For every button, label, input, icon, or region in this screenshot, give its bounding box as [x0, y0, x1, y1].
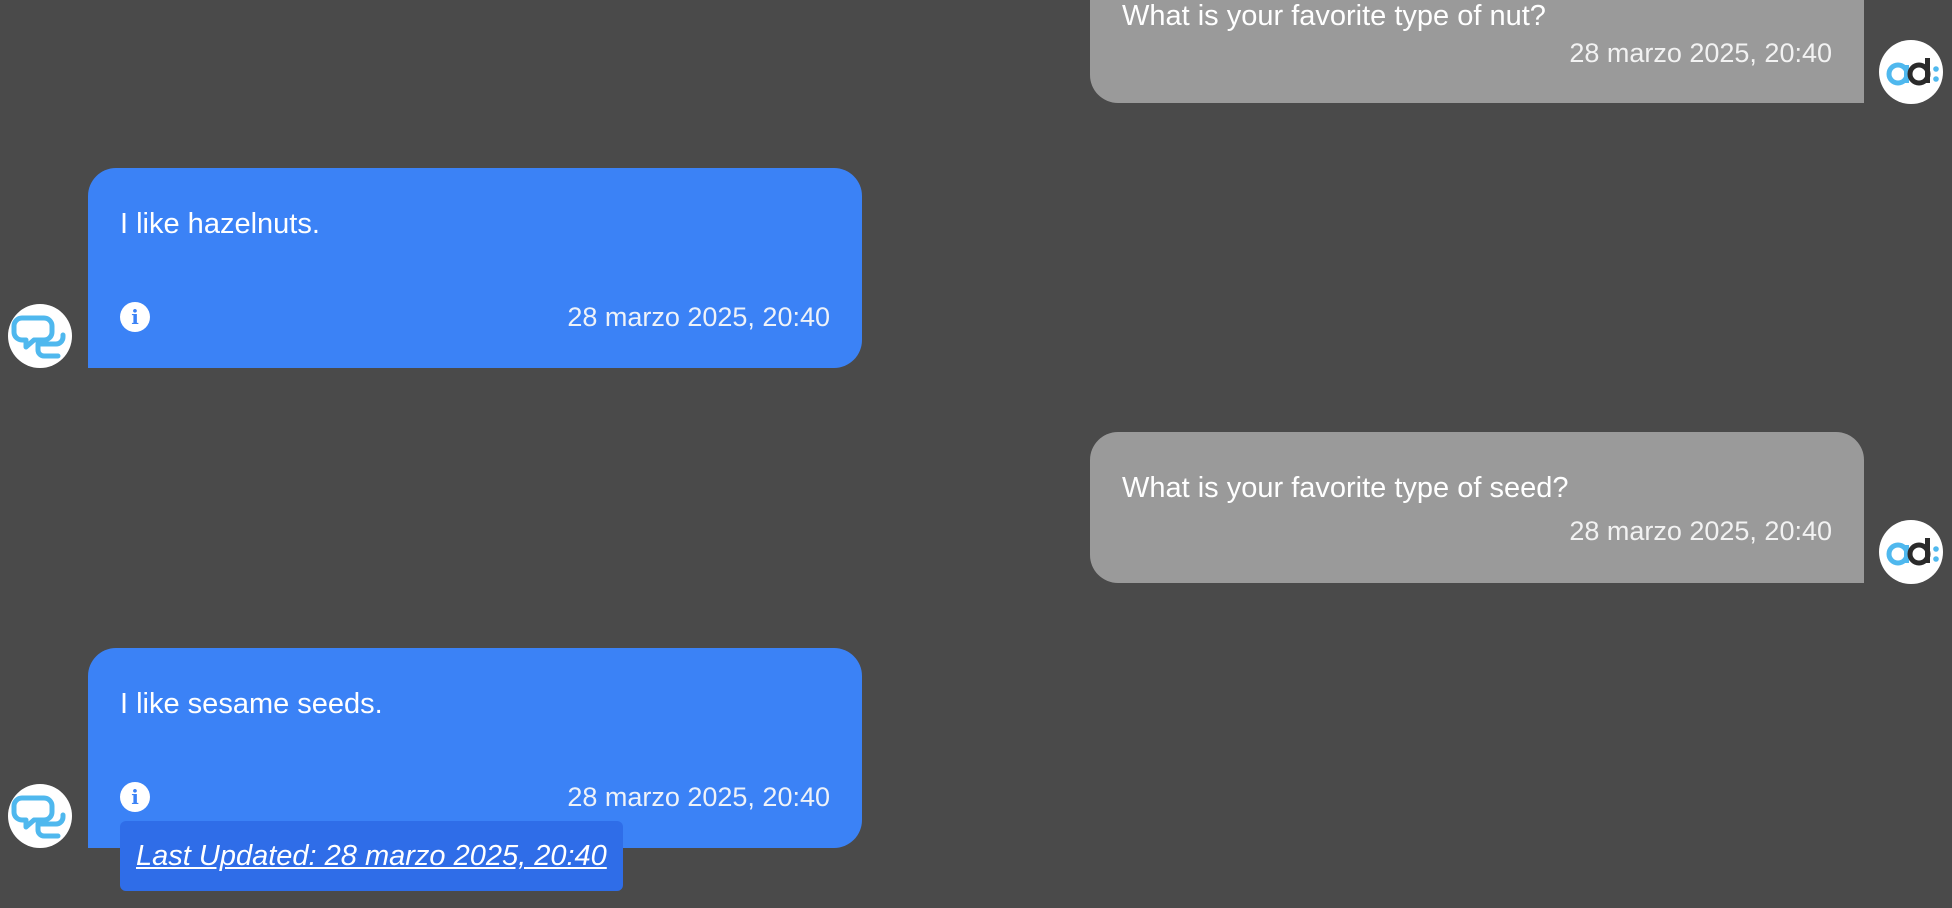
assistant-avatar	[8, 304, 72, 368]
chat-transcript: What is your favorite type of nut? 28 ma…	[0, 0, 1952, 908]
chat-bubbles-logo-icon	[11, 315, 66, 359]
message-timestamp: 28 marzo 2025, 20:40	[567, 782, 830, 812]
assistant-message-bubble: I like sesame seeds. i 28 marzo 2025, 20…	[88, 648, 862, 848]
message-text: I like sesame seeds.	[120, 688, 383, 720]
assistant-avatar	[8, 784, 72, 848]
user-avatar	[1879, 40, 1943, 104]
chat-bubbles-logo-icon	[11, 795, 66, 839]
user-message-bubble: What is your favorite type of seed? 28 m…	[1090, 432, 1864, 583]
message-timestamp: 28 marzo 2025, 20:40	[1569, 38, 1832, 68]
message-text: What is your favorite type of nut?	[1122, 0, 1546, 32]
info-icon[interactable]: i	[120, 302, 150, 332]
message-timestamp: 28 marzo 2025, 20:40	[567, 302, 830, 332]
assistant-message-bubble: I like hazelnuts. i 28 marzo 2025, 20:40	[88, 168, 862, 368]
ad-logo-icon	[1886, 58, 1939, 86]
ad-logo-icon	[1886, 538, 1939, 566]
last-updated-tooltip[interactable]: Last Updated: 28 marzo 2025, 20:40	[120, 821, 623, 891]
user-message-bubble: What is your favorite type of nut? 28 ma…	[1090, 0, 1864, 103]
info-icon[interactable]: i	[120, 782, 150, 812]
message-text: What is your favorite type of seed?	[1122, 472, 1569, 504]
user-avatar	[1879, 520, 1943, 584]
message-timestamp: 28 marzo 2025, 20:40	[1569, 516, 1832, 546]
message-text: I like hazelnuts.	[120, 208, 320, 240]
